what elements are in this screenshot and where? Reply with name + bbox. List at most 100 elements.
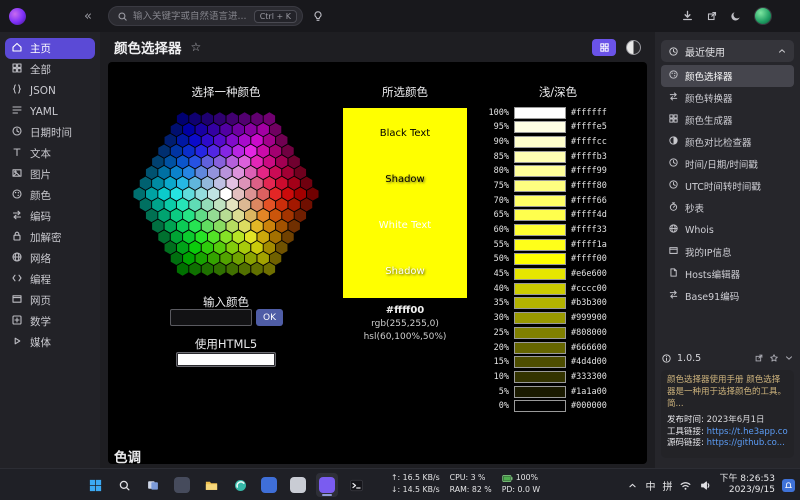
color-text-input[interactable] (170, 309, 252, 326)
recent-item[interactable]: Base91编码 (661, 285, 794, 307)
sidebar-item-grid[interactable]: 全部 (0, 59, 100, 80)
taskbar-app-he3[interactable] (316, 473, 338, 497)
ok-button[interactable]: OK (256, 309, 283, 326)
recent-item[interactable]: UTC时间转时间戳 (661, 175, 794, 197)
tray-chevron-up-icon[interactable] (627, 480, 638, 491)
shade-swatch[interactable] (514, 283, 566, 295)
shade-swatch[interactable] (514, 327, 566, 339)
search-input[interactable] (133, 11, 254, 22)
star-icon[interactable] (769, 353, 779, 363)
taskbar-app-file-explorer[interactable] (200, 473, 222, 497)
sidebar-item-encode[interactable]: 编码 (0, 206, 100, 227)
recent-item-label: 颜色选择器 (685, 69, 733, 83)
shade-hex: #cccc00 (571, 284, 607, 294)
recent-item[interactable]: 颜色选择器 (661, 65, 794, 87)
sidebar-item-home[interactable]: 主页 (5, 38, 95, 59)
shade-swatch[interactable] (514, 356, 566, 368)
wifi-icon[interactable] (679, 479, 692, 492)
recent-item[interactable]: 颜色转换器 (661, 87, 794, 109)
sidebar-item-code[interactable]: 编程 (0, 269, 100, 290)
braces-icon (11, 83, 23, 98)
recent-item[interactable]: 颜色对比检查器 (661, 131, 794, 153)
sidebar-item-yaml[interactable]: YAML (0, 101, 100, 122)
share-icon[interactable] (706, 7, 718, 26)
taskbar-app-start[interactable] (84, 473, 106, 497)
shade-hex: #ffffff (571, 108, 607, 118)
shade-swatch[interactable] (514, 253, 566, 265)
lang-indicator[interactable]: 中 (645, 478, 655, 493)
recent-item[interactable]: 颜色生成器 (661, 109, 794, 131)
taskbar-app-task-view[interactable] (142, 473, 164, 497)
ime-indicator[interactable]: 拼 (662, 478, 672, 493)
recent-item[interactable]: Whois (661, 219, 794, 241)
shade-swatch[interactable] (514, 268, 566, 280)
recent-item[interactable]: 时间/日期/时间戳 (661, 153, 794, 175)
sidebar-item-clock[interactable]: 日期时间 (0, 122, 100, 143)
info-line-value[interactable]: https://github.co... (707, 438, 785, 448)
external-link-icon[interactable] (754, 353, 764, 363)
recent-item[interactable]: 秒表 (661, 197, 794, 219)
html5-color-input[interactable] (176, 352, 276, 367)
shade-swatch[interactable] (514, 151, 566, 163)
shade-hex: #ffff99 (571, 166, 607, 176)
shade-swatch[interactable] (514, 136, 566, 148)
shade-swatch[interactable] (514, 297, 566, 309)
shade-swatch[interactable] (514, 239, 566, 251)
recent-used-title: 最近使用 (685, 44, 725, 59)
recent-used-header[interactable]: 最近使用 (661, 40, 794, 62)
avatar[interactable] (754, 7, 772, 25)
shade-swatch[interactable] (514, 342, 566, 354)
shade-swatch[interactable] (514, 371, 566, 383)
sidebar-item-image[interactable]: 图片 (0, 164, 100, 185)
sidebar-item-web[interactable]: 网页 (0, 290, 100, 311)
tool-info-panel[interactable]: 颜色选择器使用手册 颜色选择器是一种用于选择颜色的工具。简... 发布时间: 2… (661, 370, 794, 458)
recent-item[interactable]: Hosts编辑器 (661, 263, 794, 285)
chevron-down-icon[interactable] (784, 353, 794, 363)
shade-swatch[interactable] (514, 121, 566, 133)
shade-hex: #ffff4d (571, 210, 607, 220)
shade-swatch[interactable] (514, 312, 566, 324)
taskbar-app-search[interactable] (113, 473, 135, 497)
taskbar-app-terminal[interactable] (345, 473, 367, 497)
favorite-star-icon[interactable]: ☆ (191, 40, 202, 54)
shade-swatch[interactable] (514, 209, 566, 221)
sidebar-item-braces[interactable]: JSON (0, 80, 100, 101)
clock[interactable]: 下午 8:26:53 2023/9/15 (719, 474, 775, 497)
volume-icon[interactable] (699, 479, 712, 492)
sample-black-text: Black Text (343, 128, 467, 139)
recent-item[interactable]: 我的IP信息 (661, 241, 794, 263)
sidebar-item-lock[interactable]: 加解密 (0, 227, 100, 248)
taskbar-app-app-blue[interactable] (258, 473, 280, 497)
net-up-speed: ↑: 16.5 KB/s (391, 472, 440, 484)
shade-swatch[interactable] (514, 400, 566, 412)
sidebar-item-text[interactable]: 文本 (0, 143, 100, 164)
download-icon[interactable] (681, 7, 694, 26)
global-search[interactable]: Ctrl + K (108, 6, 303, 26)
taskbar-app-app-light[interactable] (287, 473, 309, 497)
taskbar-app-edge[interactable] (229, 473, 251, 497)
sidebar-item-media[interactable]: 媒体 (0, 332, 100, 353)
shade-swatch[interactable] (514, 224, 566, 236)
theme-moon-icon[interactable] (730, 7, 742, 26)
version-label: 1.0.5 (677, 353, 701, 364)
bulb-icon[interactable] (312, 10, 324, 22)
shade-swatch[interactable] (514, 195, 566, 207)
web-icon (668, 245, 679, 259)
info-line-value[interactable]: https://t.he3app.co... (707, 427, 788, 437)
contrast-toggle-icon[interactable] (626, 40, 641, 55)
file-icon (668, 267, 679, 281)
color-picker-panel: 选择一种颜色 输入颜色 OK 使用HTML5 所选颜色 Black Text S… (108, 62, 647, 464)
sidebar-item-globe[interactable]: 网络 (0, 248, 100, 269)
taskbar-app-widgets[interactable] (171, 473, 193, 497)
shade-swatch[interactable] (514, 165, 566, 177)
shade-swatch[interactable] (514, 386, 566, 398)
shade-swatch[interactable] (514, 107, 566, 119)
hex-color-wheel[interactable] (128, 106, 324, 282)
shade-swatch[interactable] (514, 180, 566, 192)
sidebar-item-palette[interactable]: 颜色 (0, 185, 100, 206)
notification-badge[interactable] (782, 479, 795, 492)
tool-tile-button[interactable] (592, 39, 616, 56)
collapse-sidebar-button[interactable]: « (84, 9, 92, 24)
sidebar-item-math[interactable]: 数学 (0, 311, 100, 332)
shade-row: 100%#ffffff (473, 106, 645, 119)
